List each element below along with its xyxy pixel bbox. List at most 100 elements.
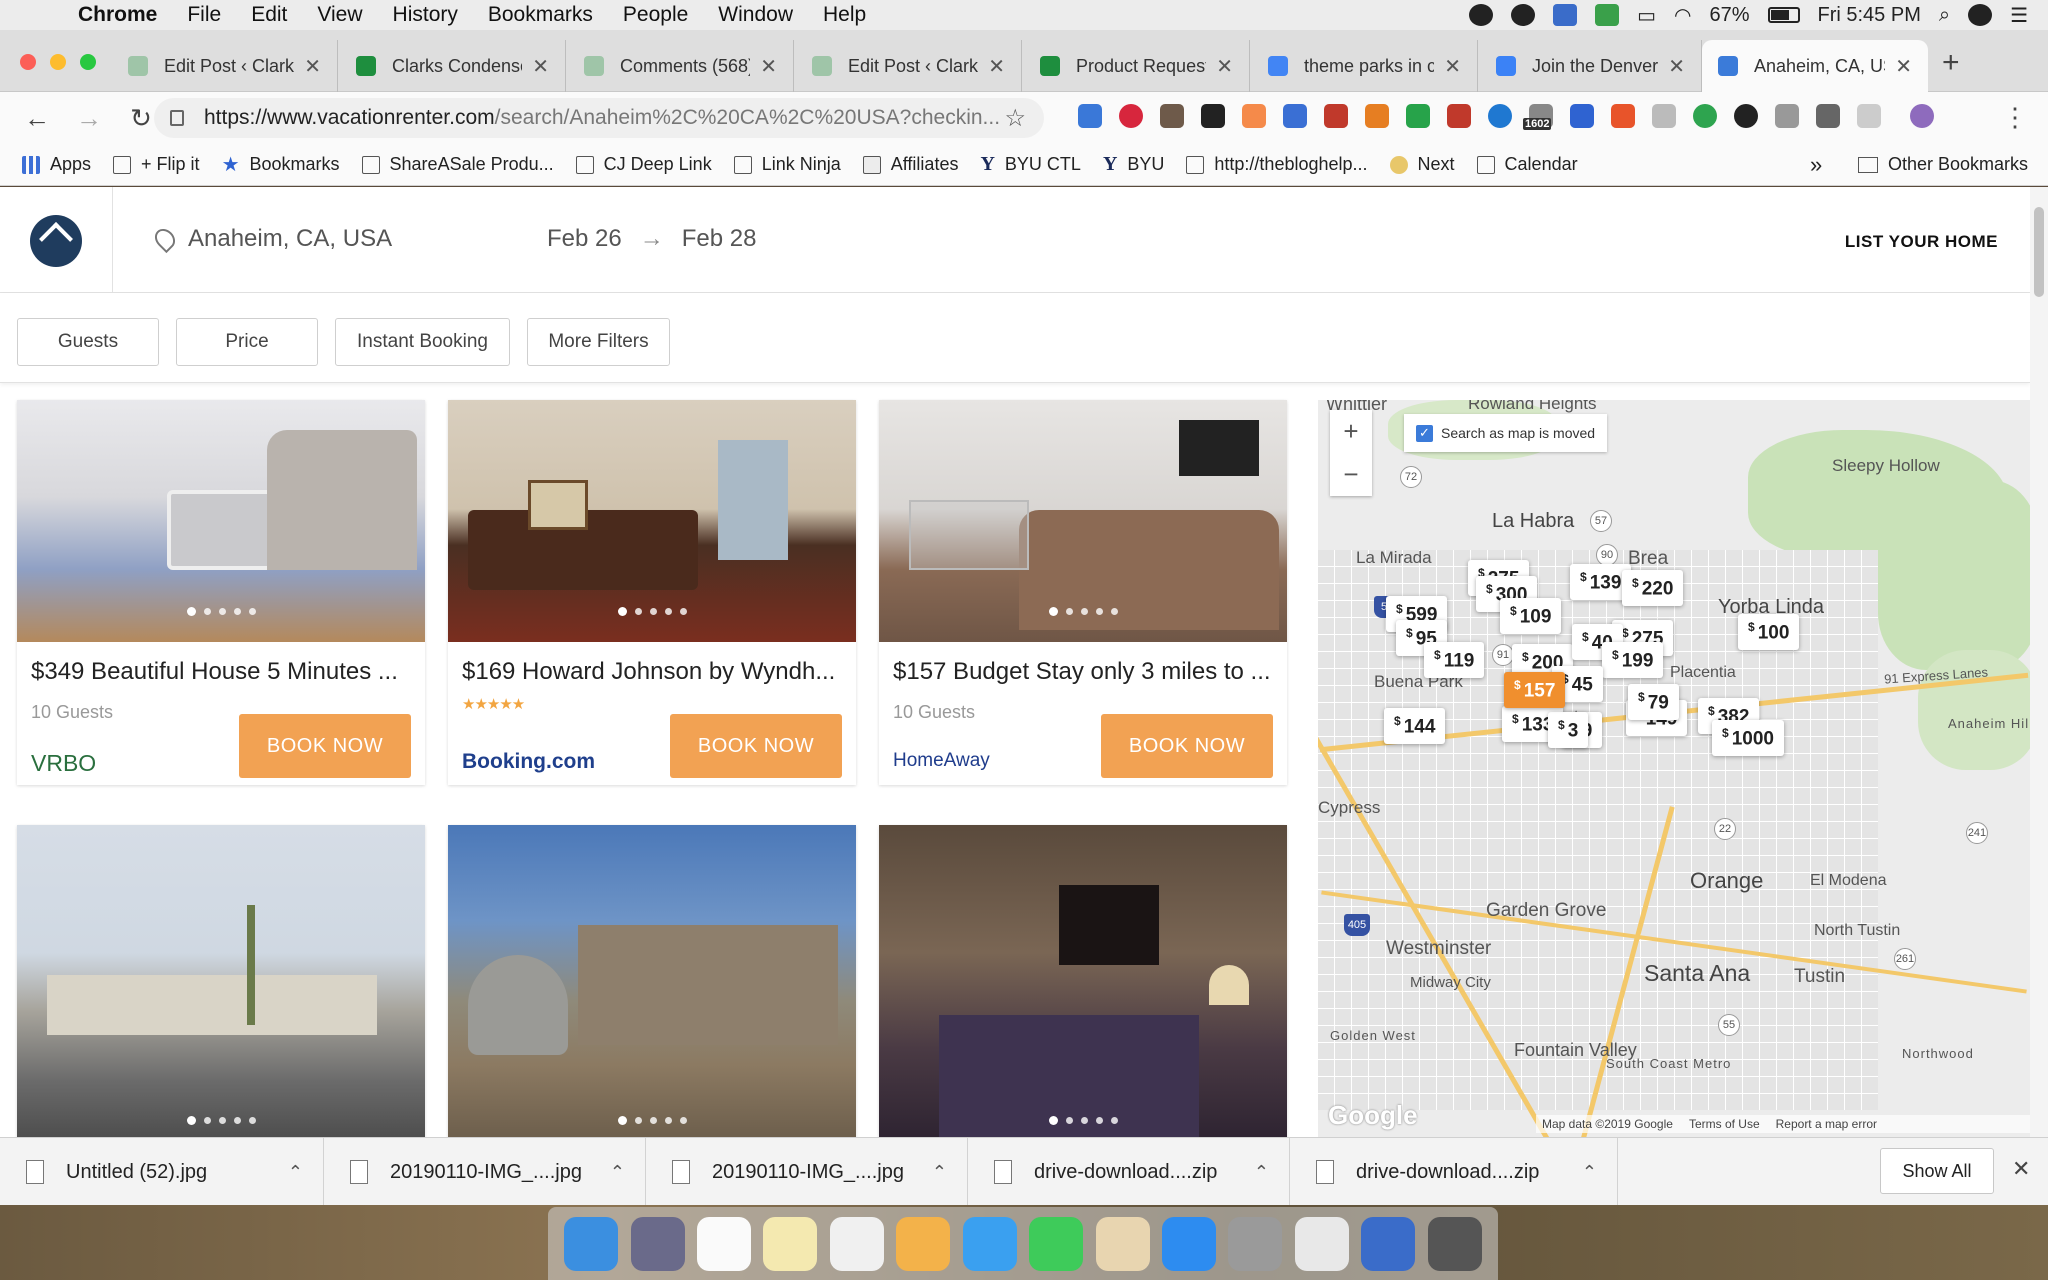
facetime-icon[interactable] (1029, 1216, 1084, 1271)
filter-guests-button[interactable]: Guests (17, 318, 159, 366)
teamviewer-icon[interactable] (1427, 1216, 1482, 1271)
wifi-icon[interactable]: ◠ (1674, 3, 1691, 28)
list-your-home-link[interactable]: LIST YOUR HOME (1845, 232, 1998, 252)
tab-edit-post-2[interactable]: Edit Post ‹ Clarks ✕ (796, 40, 1022, 92)
clock[interactable]: Fri 5:45 PM (1818, 4, 1921, 27)
listing-card[interactable] (448, 825, 856, 1137)
map-price-marker[interactable]: $109 (1500, 598, 1562, 635)
download-item[interactable]: Untitled (52).jpg ⌃ (0, 1138, 324, 1206)
scrollbar-thumb[interactable] (2034, 207, 2044, 297)
siri-icon[interactable] (1968, 4, 1993, 26)
menu-people[interactable]: People (623, 3, 688, 27)
listing-card[interactable]: $169 Howard Johnson by Wyndh... ★★★★★ BO… (448, 400, 856, 785)
page-scrollbar[interactable] (2030, 187, 2048, 1137)
map-price-marker[interactable]: $157 (1504, 672, 1566, 709)
bookmark-star-icon[interactable]: ☆ (1004, 104, 1026, 133)
date-range-field[interactable]: Feb 26 → Feb 28 (547, 225, 756, 253)
buffer-icon[interactable] (1201, 104, 1225, 128)
extension-icon[interactable] (1652, 104, 1676, 128)
listing-photo[interactable] (879, 825, 1287, 1137)
bookmark-cj-deep-link[interactable]: CJ Deep Link (575, 154, 712, 175)
menu-help[interactable]: Help (823, 3, 866, 27)
notification-center-icon[interactable]: ☰ (2010, 3, 2028, 28)
extension-icon[interactable] (1160, 104, 1184, 128)
extension-icon[interactable] (1816, 104, 1840, 128)
photo-carousel-dots[interactable] (879, 607, 1287, 616)
bookmark-shareasale[interactable]: ShareASale Produ... (361, 154, 554, 175)
report-map-error-link[interactable]: Report a map error (1776, 1117, 1877, 1131)
menu-window[interactable]: Window (718, 3, 793, 27)
bookmark-next[interactable]: Next (1389, 154, 1455, 175)
close-window-icon[interactable] (20, 54, 36, 70)
tab-theme-parks[interactable]: theme parks in ca ✕ (1252, 40, 1478, 92)
battery-icon[interactable] (1767, 7, 1800, 23)
photo-carousel-dots[interactable] (879, 1116, 1287, 1125)
menu-view[interactable]: View (317, 3, 362, 27)
listing-photo[interactable] (448, 400, 856, 642)
extension-icon[interactable] (1365, 104, 1389, 128)
bookmark-thebloghelp[interactable]: http://thebloghelp... (1186, 154, 1368, 175)
extension-icon[interactable] (1078, 104, 1102, 128)
tab-join-denver[interactable]: Join the Denver Lo ✕ (1480, 40, 1702, 92)
photos-icon[interactable] (896, 1216, 951, 1271)
download-item[interactable]: 20190110-IMG_....jpg ⌃ (646, 1138, 968, 1206)
tab-close-icon[interactable]: ✕ (532, 54, 549, 79)
messages-icon[interactable] (962, 1216, 1017, 1271)
listing-card[interactable]: $157 Budget Stay only 3 miles to ... 10 … (879, 400, 1287, 785)
tab-close-icon[interactable]: ✕ (1668, 54, 1685, 79)
menu-edit[interactable]: Edit (251, 3, 287, 27)
spotlight-search-icon[interactable]: ⌕ (1939, 4, 1950, 27)
listing-card[interactable] (17, 825, 425, 1137)
tab-anaheim[interactable]: Anaheim, CA, USA ✕ (1702, 40, 1928, 92)
filter-price-button[interactable]: Price (176, 318, 318, 366)
maximize-window-icon[interactable] (80, 54, 96, 70)
extension-icon[interactable] (1283, 104, 1307, 128)
photo-carousel-dots[interactable] (17, 607, 425, 616)
menu-app-name[interactable]: Chrome (78, 3, 157, 27)
photo-carousel-dots[interactable] (448, 1116, 856, 1125)
extension-icon[interactable] (1324, 104, 1348, 128)
bookmark-calendar[interactable]: Calendar (1476, 154, 1578, 175)
extension-icon[interactable] (1611, 104, 1635, 128)
listing-photo[interactable] (879, 400, 1287, 642)
bookmark-byu[interactable]: Y BYU (1103, 153, 1164, 176)
airplay-icon[interactable]: ▭ (1637, 3, 1656, 28)
extension-icon[interactable] (1775, 104, 1799, 128)
calendar-icon[interactable] (697, 1216, 752, 1271)
grammarly-icon[interactable] (1693, 104, 1717, 128)
menu-file[interactable]: File (187, 3, 221, 27)
map-price-marker[interactable]: $220 (1622, 570, 1684, 607)
tab-close-icon[interactable]: ✕ (1216, 54, 1233, 79)
chrome-menu-icon[interactable]: ⋮ (2002, 102, 2028, 133)
download-item[interactable]: 20190110-IMG_....jpg ⌃ (324, 1138, 646, 1206)
calculator-icon[interactable] (1228, 1216, 1283, 1271)
checkbox-checked-icon[interactable]: ✓ (1416, 424, 1433, 442)
bookmark-flip-it[interactable]: + Flip it (113, 154, 200, 175)
map-price-marker[interactable]: $79 (1628, 684, 1679, 721)
chevron-up-icon[interactable]: ⌃ (1582, 1162, 1597, 1183)
back-icon[interactable]: ← (22, 103, 52, 134)
tab-close-icon[interactable]: ✕ (1895, 54, 1912, 79)
listing-card[interactable]: $349 Beautiful House 5 Minutes ... 10 Gu… (17, 400, 425, 785)
zoom-in-icon[interactable]: + (1343, 416, 1358, 447)
extension-icon[interactable] (1406, 104, 1430, 128)
map-price-marker[interactable]: $100 (1738, 614, 1800, 651)
preview-icon[interactable] (1095, 1216, 1150, 1271)
check-out-date[interactable]: Feb 28 (682, 225, 757, 253)
chrome-icon[interactable] (1294, 1216, 1349, 1271)
extension-icon[interactable] (1570, 104, 1594, 128)
siri-icon[interactable] (630, 1216, 685, 1271)
chevron-up-icon[interactable]: ⌃ (932, 1162, 947, 1183)
close-icon[interactable]: ✕ (2012, 1156, 2030, 1182)
book-now-button[interactable]: BOOK NOW (670, 714, 842, 778)
zoom-out-icon[interactable]: − (1343, 459, 1358, 490)
reminders-icon[interactable] (829, 1216, 884, 1271)
cloud-sync-icon[interactable] (1595, 4, 1620, 26)
notes-icon[interactable] (763, 1216, 818, 1271)
pinterest-icon[interactable] (1119, 104, 1143, 128)
notification-badge-icon[interactable] (1469, 4, 1494, 26)
filter-instant-booking-button[interactable]: Instant Booking (335, 318, 510, 366)
profile-avatar[interactable] (1910, 104, 1934, 128)
listing-title[interactable]: $157 Budget Stay only 3 miles to ... (893, 658, 1283, 686)
tab-close-icon[interactable]: ✕ (304, 54, 321, 79)
